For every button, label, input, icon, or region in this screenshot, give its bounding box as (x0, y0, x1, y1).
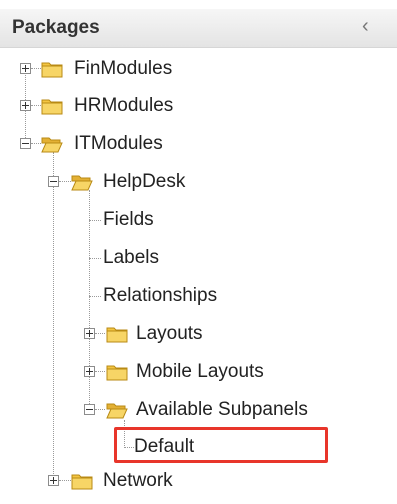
tree-connector (59, 480, 71, 481)
tree-connector (31, 68, 41, 69)
tree-node-finmodules[interactable]: FinModules (0, 52, 397, 88)
tree-node-label[interactable]: FinModules (74, 58, 172, 80)
tree-node-labels[interactable]: Labels (0, 241, 397, 277)
tree-node-available-subpanels[interactable]: Available Subpanels (0, 393, 397, 429)
tree-connector (95, 409, 105, 410)
folder-closed-icon (71, 474, 93, 490)
tree-node-label[interactable]: Relationships (103, 285, 217, 307)
tree-connector (89, 220, 101, 221)
tree-connector (95, 371, 105, 372)
tree-node-label[interactable]: Available Subpanels (136, 399, 308, 421)
selection-highlight-box (114, 427, 328, 463)
folder-closed-icon (106, 365, 128, 381)
tree-node-hrmodules[interactable]: HRModules (0, 89, 397, 125)
folder-closed-icon (106, 327, 128, 343)
expand-toggle-icon[interactable] (84, 366, 95, 377)
tree-node-label[interactable]: Labels (103, 247, 159, 269)
folder-closed-icon (41, 99, 63, 115)
tree-node-relationships[interactable]: Relationships (0, 279, 397, 315)
expand-toggle-icon[interactable] (48, 475, 59, 486)
tree-node-itmodules[interactable]: ITModules (0, 127, 397, 163)
collapse-toggle-icon[interactable] (84, 404, 95, 415)
tree-connector (89, 258, 101, 259)
tree-node-label[interactable]: Fields (103, 209, 154, 231)
tree-node-label[interactable]: Mobile Layouts (136, 361, 264, 383)
expand-toggle-icon[interactable] (84, 328, 95, 339)
tree-node-label[interactable]: ITModules (74, 133, 163, 155)
folder-closed-icon (41, 62, 63, 78)
tree-connector (31, 105, 41, 106)
expand-toggle-icon[interactable] (20, 100, 31, 111)
collapse-toggle-icon[interactable] (48, 176, 59, 187)
tree-node-helpdesk[interactable]: HelpDesk (0, 165, 397, 201)
folder-open-icon (41, 137, 63, 153)
tree-connector (95, 333, 105, 334)
tree-node-fields[interactable]: Fields (0, 203, 397, 239)
tree-connector (31, 143, 41, 144)
tree-connector (89, 296, 101, 297)
folder-open-icon (71, 175, 93, 191)
tree-node-layouts[interactable]: Layouts (0, 317, 397, 353)
tree-node-label[interactable]: Layouts (136, 323, 203, 345)
tree-node-label[interactable]: HelpDesk (103, 171, 185, 193)
tree-node-label[interactable]: Network (103, 470, 173, 492)
tree-node-network[interactable]: Network (0, 464, 397, 500)
tree-node-label[interactable]: HRModules (74, 95, 173, 117)
package-tree: FinModules HRModules ITModules HelpDesk … (0, 0, 397, 504)
packages-panel: Packages ‹ FinModules HRModules ITModule… (0, 0, 397, 504)
folder-open-icon (106, 403, 128, 419)
tree-node-mobile-layouts[interactable]: Mobile Layouts (0, 355, 397, 391)
expand-toggle-icon[interactable] (20, 63, 31, 74)
collapse-toggle-icon[interactable] (20, 138, 31, 149)
tree-connector (59, 181, 71, 182)
